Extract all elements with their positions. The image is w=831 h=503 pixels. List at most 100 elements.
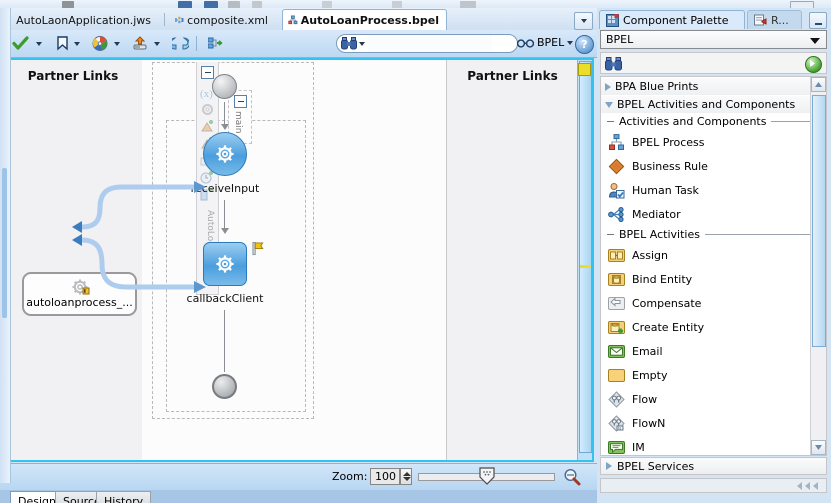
palette-list[interactable]: BPA Blue Prints BPEL Activities and Comp… — [600, 76, 827, 456]
palette-item-empty[interactable]: Empty — [601, 363, 826, 387]
palette-tabstrip: Component Palette R... — [599, 10, 829, 30]
business-rule-icon — [608, 158, 625, 175]
palette-search-bar[interactable] — [600, 52, 827, 74]
bpel-canvas-frame: Partner Links autoloanprocess_... (x) ma… — [2, 58, 594, 462]
resize-chevron-icon-2 — [805, 482, 810, 490]
bpel-canvas[interactable]: Partner Links autoloanprocess_... (x) ma… — [4, 60, 578, 460]
validate-dropdown[interactable] — [36, 34, 42, 53]
palette-minimize-button[interactable] — [809, 12, 827, 29]
chevron-down-icon — [605, 101, 613, 108]
help-button[interactable]: ? — [575, 35, 594, 54]
palette-item-label: BPEL Process — [632, 135, 705, 149]
canvas-scrollbar[interactable] — [577, 60, 592, 460]
palette-item-im[interactable]: IM — [601, 435, 826, 455]
group-bpel-services[interactable]: BPEL Services — [600, 457, 827, 475]
flag-icon[interactable] — [252, 242, 265, 256]
stepper-down-icon[interactable] — [403, 477, 411, 481]
validate-check-icon — [12, 36, 29, 50]
gear-icon — [202, 104, 213, 115]
deploy-dropdown[interactable] — [154, 34, 160, 53]
palette-technology-select[interactable]: BPEL — [600, 30, 827, 49]
structure-button[interactable] — [208, 34, 224, 53]
go-arrow-icon[interactable] — [805, 56, 822, 73]
chevron-down-icon — [567, 40, 574, 45]
palette-item-business-rule[interactable]: Business Rule — [601, 154, 826, 178]
palette-scrollbar-thumb[interactable] — [812, 95, 826, 347]
group-label: BPEL Services — [617, 459, 695, 473]
palette-item-flow[interactable]: Flow — [601, 387, 826, 411]
colors-dropdown[interactable] — [114, 34, 120, 53]
search-scope-chevron-icon[interactable] — [359, 41, 365, 46]
palette-scroll-down-button[interactable] — [811, 440, 826, 455]
palette-grid-icon — [606, 13, 619, 27]
palette-item-flown[interactable]: N FlowN — [601, 411, 826, 435]
zoom-input[interactable]: 100 — [370, 468, 400, 485]
canvas-marker-line[interactable] — [580, 265, 591, 268]
editor-tab-bpel[interactable]: AutoLoanProcess.bpel — [282, 9, 447, 30]
editor-tab-composite[interactable]: composite.xml — [170, 10, 275, 30]
view-mode-selector[interactable]: BPEL — [517, 36, 574, 49]
compensate-icon — [608, 295, 625, 312]
canvas-scrollbar-thumb[interactable] — [579, 61, 592, 453]
bookmark-dropdown[interactable] — [74, 34, 80, 53]
zoom-stepper[interactable] — [400, 468, 412, 485]
help-label: ? — [581, 38, 588, 51]
group-label: BPEL Activities and Components — [617, 98, 796, 111]
flow-arrowhead-mid — [221, 228, 229, 234]
canvas-marker-warning[interactable] — [578, 63, 591, 76]
palette-item-label: Business Rule — [632, 159, 708, 173]
bind-entity-icon — [608, 271, 625, 288]
composite-xml-icon — [175, 16, 184, 24]
deploy-button[interactable] — [132, 34, 148, 53]
palette-item-compensate[interactable]: Compensate — [601, 291, 826, 315]
collapse-main-button[interactable] — [234, 95, 247, 108]
refresh-button[interactable] — [172, 34, 189, 53]
stepper-up-icon[interactable] — [403, 472, 411, 476]
left-gutter-scrollbar[interactable] — [0, 8, 11, 483]
minus-glyph — [237, 101, 244, 102]
resize-chevron-icon-3 — [813, 482, 818, 490]
editor-tabstrip: AutoLaonApplication.jws composite.xml Au… — [0, 8, 597, 30]
chevron-down-icon — [36, 41, 42, 46]
start-event-node[interactable] — [212, 74, 237, 99]
collapse-process-button[interactable] — [201, 66, 214, 79]
zoom-slider-thumb[interactable] — [479, 467, 495, 485]
palette-item-human-task[interactable]: Human Task — [601, 178, 826, 202]
search-input[interactable] — [368, 35, 492, 52]
create-entity-icon — [608, 319, 625, 336]
flow-icon — [608, 390, 625, 408]
palette-item-label: Create Entity — [632, 320, 705, 334]
tab-resources[interactable]: R... — [747, 10, 802, 29]
end-event-node[interactable] — [212, 374, 237, 399]
go-arrow-glyph — [810, 60, 815, 67]
tab-component-palette[interactable]: Component Palette — [599, 10, 745, 29]
partner-link-connectors — [72, 181, 206, 293]
section-label: Activities and Components — [619, 115, 767, 128]
zoom-fit-icon[interactable] — [563, 468, 581, 486]
colors-button[interactable] — [92, 34, 108, 53]
palette-item-label: Human Task — [632, 183, 699, 197]
left-gutter-thumb[interactable] — [2, 168, 7, 318]
palette-item-email[interactable]: Email — [601, 339, 826, 363]
palette-scroll-up-button[interactable] — [811, 77, 826, 92]
binoculars-icon — [605, 57, 622, 71]
palette-item-mediator[interactable]: Mediator — [601, 202, 826, 226]
tab-history[interactable]: History — [96, 491, 152, 503]
palette-item-bpel-process[interactable]: BPEL Process — [601, 130, 826, 154]
editor-tab-jws[interactable]: AutoLaonApplication.jws — [8, 10, 158, 30]
validate-button[interactable] — [12, 34, 29, 53]
email-icon — [608, 343, 625, 360]
palette-scrollbar[interactable] — [810, 77, 826, 455]
palette-item-bind-entity[interactable]: Bind Entity — [601, 267, 826, 291]
group-bpel-activities-and-components[interactable]: BPEL Activities and Components — [601, 95, 826, 113]
bookmark-button[interactable] — [56, 34, 69, 53]
search-box[interactable] — [336, 34, 518, 53]
tab-overflow-button[interactable] — [574, 12, 593, 30]
palette-item-create-entity[interactable]: Create Entity — [601, 315, 826, 339]
palette-item-assign[interactable]: Assign — [601, 243, 826, 267]
chevron-right-icon — [606, 462, 612, 470]
palette-item-label: Mediator — [632, 207, 681, 221]
editor-pane: AutoLaonApplication.jws composite.xml Au… — [0, 8, 597, 503]
group-bpa-blue-prints[interactable]: BPA Blue Prints — [601, 77, 826, 95]
binoculars-icon — [341, 37, 357, 50]
